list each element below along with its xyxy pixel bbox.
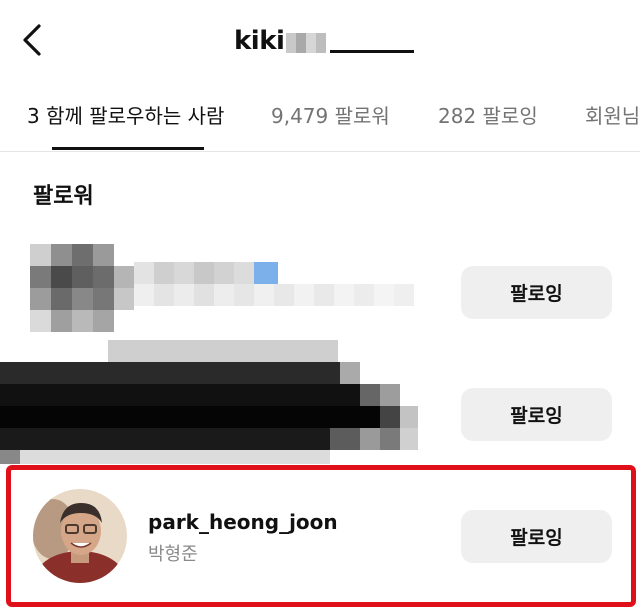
top-bar: kiki (0, 0, 640, 80)
censored-block (0, 340, 420, 464)
title-underline (330, 50, 415, 53)
censored-user-text (134, 262, 414, 306)
full-name: 박형준 (148, 544, 198, 565)
section-title: 팔로워 (33, 184, 94, 209)
chevron-left-icon (23, 24, 41, 56)
following-button[interactable]: 팔로잉 (461, 510, 612, 563)
profile-username-title: kiki (234, 26, 285, 56)
username[interactable]: park_heong_joon (148, 510, 338, 534)
tab-followers[interactable]: 9,479 팔로워 (271, 100, 390, 129)
follow-tabs: 3 함께 팔로우하는 사람 9,479 팔로워 282 팔로잉 회원님 (0, 84, 640, 152)
censored-username-part (286, 33, 327, 53)
tab-following[interactable]: 282 팔로잉 (438, 100, 538, 129)
list-item[interactable]: 팔로잉 (0, 240, 640, 350)
censored-avatar (30, 244, 134, 332)
following-button[interactable]: 팔로잉 (461, 388, 612, 441)
tab-mutual-followers[interactable]: 3 함께 팔로우하는 사람 (27, 100, 224, 129)
avatar[interactable] (33, 489, 127, 583)
following-button[interactable]: 팔로잉 (461, 266, 612, 319)
list-item[interactable]: 팔로잉 (0, 340, 640, 464)
profile-title: kiki (234, 26, 415, 56)
profile-photo (33, 489, 127, 583)
back-button[interactable] (14, 20, 50, 60)
tab-you[interactable]: 회원님 (585, 100, 640, 129)
active-tab-indicator (52, 147, 204, 150)
